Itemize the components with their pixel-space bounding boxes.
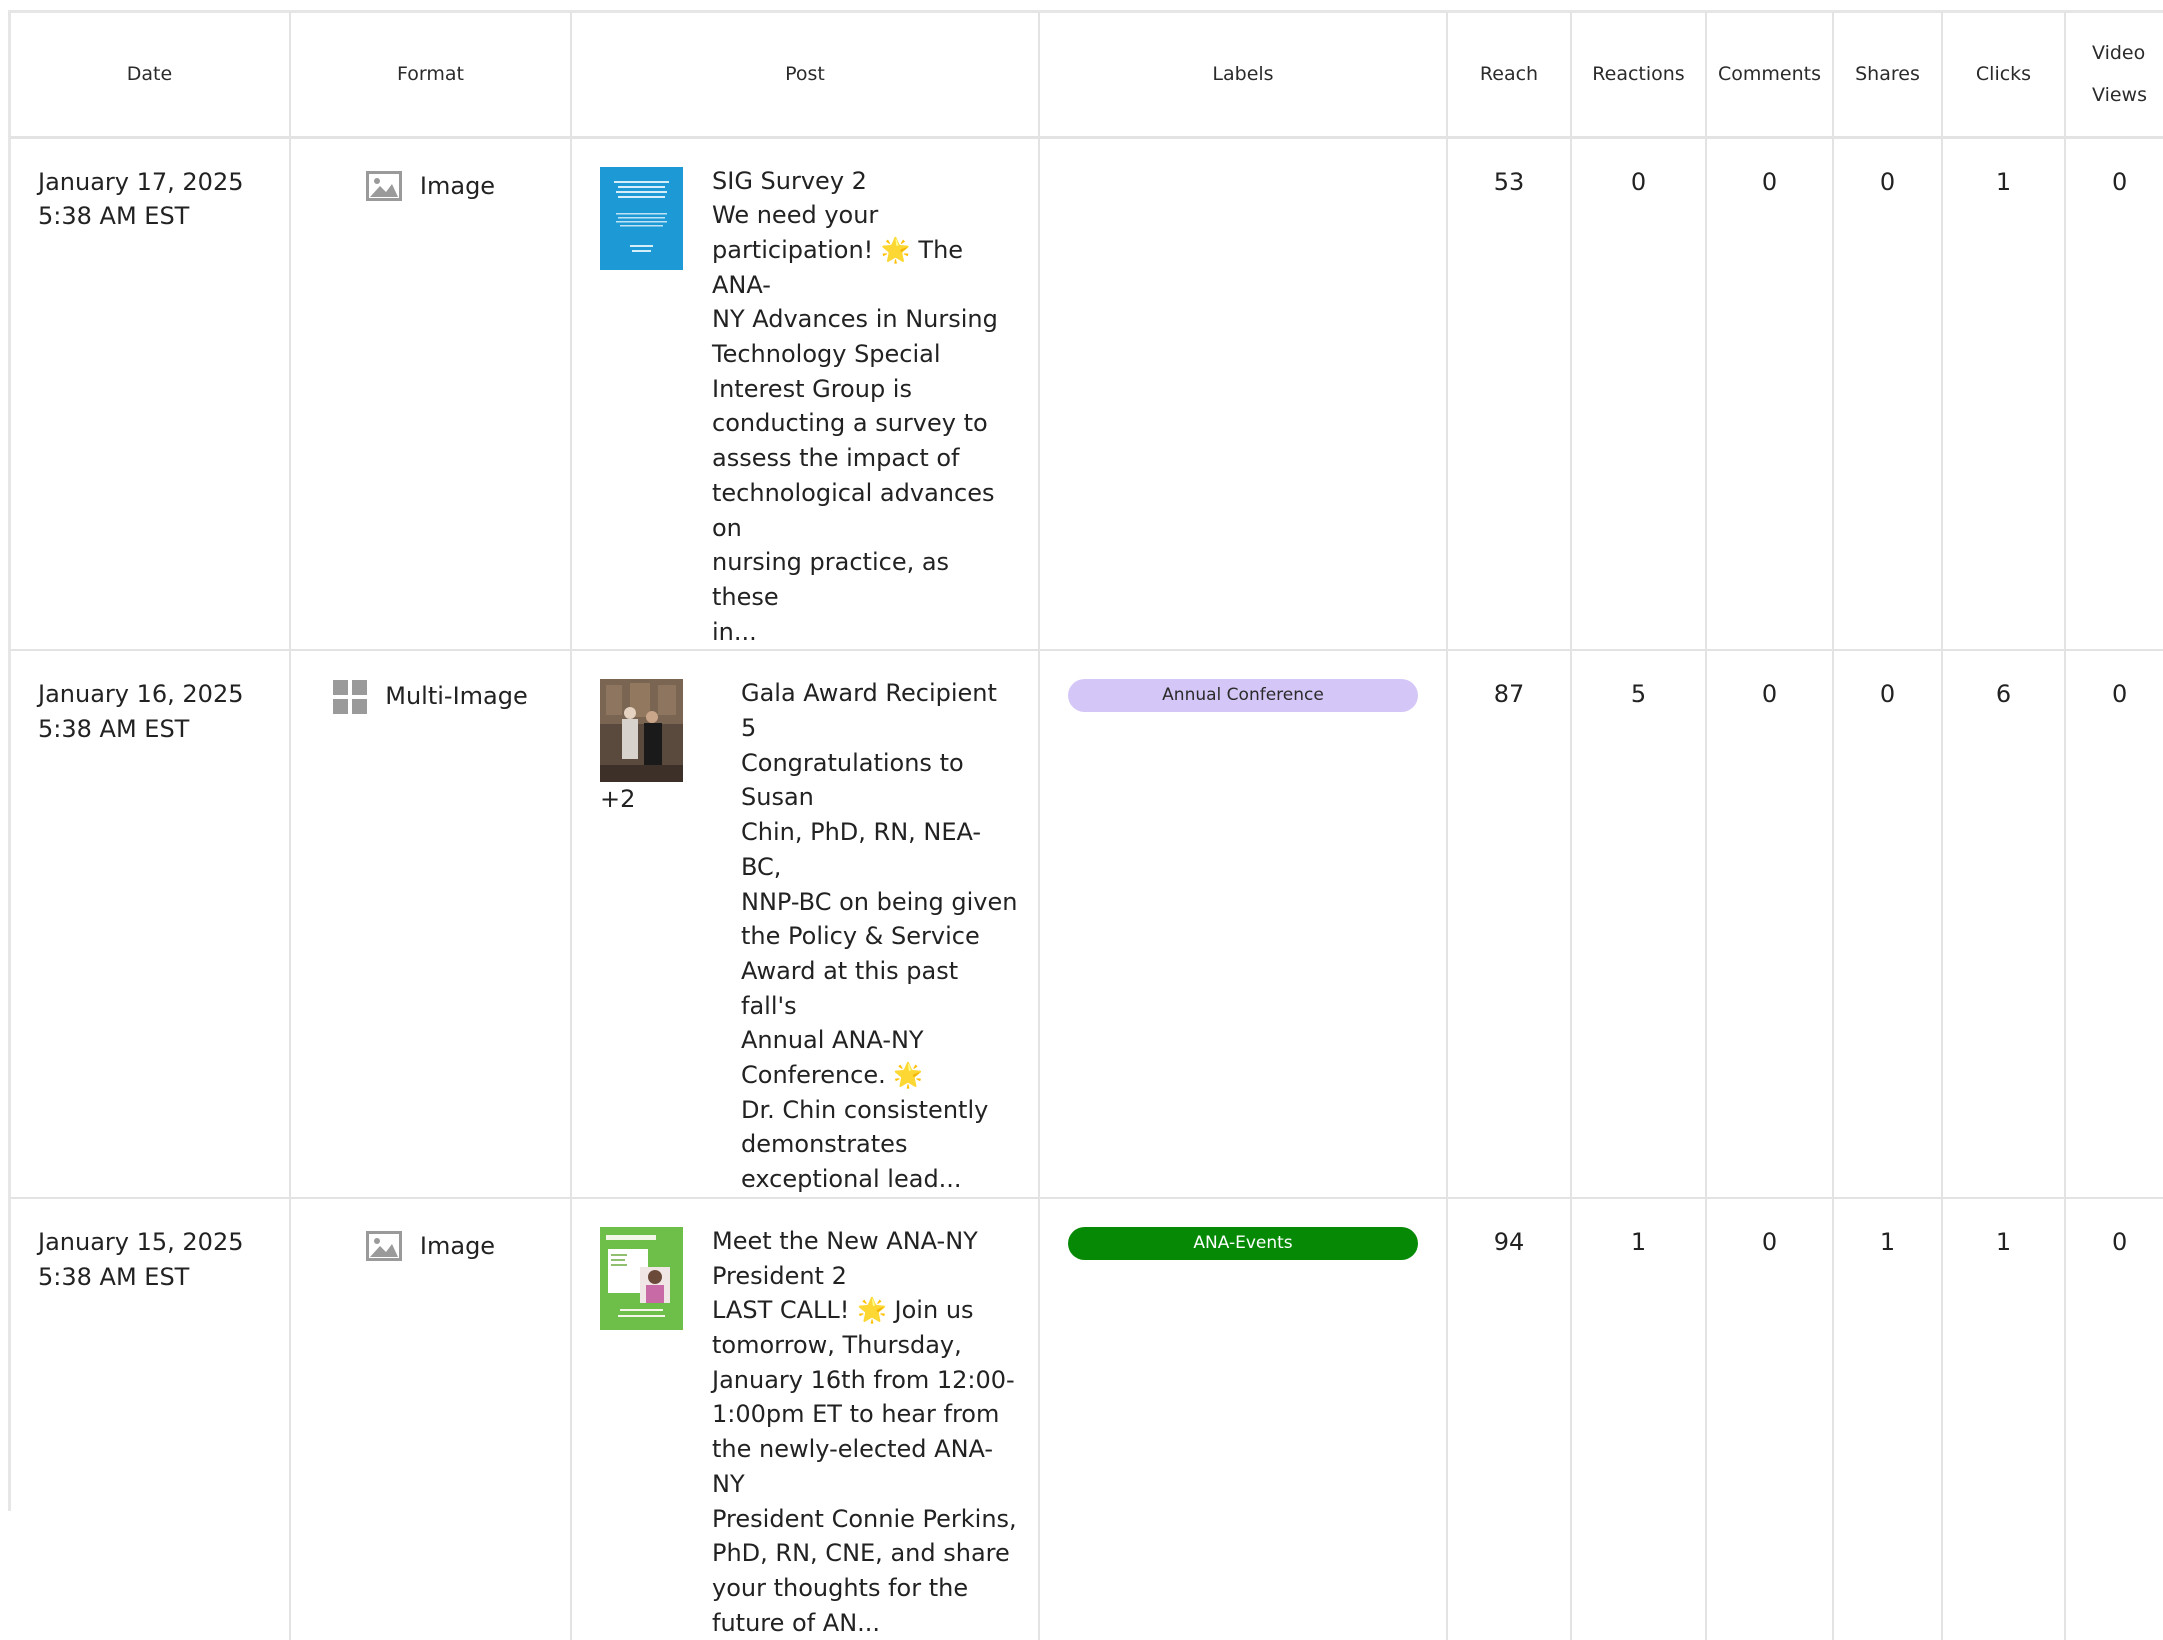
format-cell: Multi-Image <box>290 650 572 1199</box>
shares-value: 1 <box>1833 1197 1943 1640</box>
format-cell: Image <box>290 137 572 652</box>
extra-images-count: +2 <box>600 785 636 814</box>
col-header-reactions[interactable]: Reactions <box>1571 12 1707 139</box>
format-label: Multi-Image <box>385 682 528 711</box>
video-views-value: 0 <box>2065 137 2163 652</box>
clicks-value: 1 <box>1942 137 2066 652</box>
header-row: Date Format Post Labels Reach Reactions … <box>10 12 2163 139</box>
post-thumbnail[interactable] <box>600 1226 683 1330</box>
reach-value: 94 <box>1447 1197 1572 1640</box>
grid-icon <box>333 679 368 714</box>
format-label: Image <box>419 1231 496 1260</box>
post-text: Meet the New ANA-NY President 2 LAST CAL… <box>712 1226 1017 1637</box>
col-header-post[interactable]: Post <box>571 12 1040 139</box>
video-views-value: 0 <box>2065 650 2163 1199</box>
post-date: January 16, 2025 <box>38 680 244 709</box>
date-cell: January 15, 2025 5:38 AM EST <box>10 1197 291 1640</box>
col-header-labels[interactable]: Labels <box>1039 12 1448 139</box>
post-cell[interactable]: SIG Survey 2 We need your participation!… <box>571 137 1040 652</box>
post-time: 5:38 AM EST <box>38 715 190 744</box>
format-cell: Image <box>290 1197 572 1640</box>
post-thumbnail[interactable] <box>600 166 683 270</box>
col-header-clicks[interactable]: Clicks <box>1942 12 2066 139</box>
clicks-value: 1 <box>1942 1197 2066 1640</box>
clicks-value: 6 <box>1942 650 2066 1199</box>
col-header-comments[interactable]: Comments <box>1706 12 1834 139</box>
post-cell[interactable]: Meet the New ANA-NY President 2 LAST CAL… <box>571 1197 1040 1640</box>
table-row[interactable]: January 15, 2025 5:38 AM EST Image Meet … <box>10 1197 2163 1640</box>
post-thumbnail[interactable] <box>600 679 683 783</box>
labels-cell: ANA-Events <box>1039 1197 1448 1640</box>
col-header-reach[interactable]: Reach <box>1447 12 1572 139</box>
col-header-format[interactable]: Format <box>290 12 572 139</box>
date-cell: January 16, 2025 5:38 AM EST <box>10 650 291 1199</box>
reactions-value: 1 <box>1571 1197 1707 1640</box>
post-cell[interactable]: +2 Gala Award Recipient 5 Congratulation… <box>571 650 1040 1199</box>
post-date: January 17, 2025 <box>38 167 244 196</box>
image-icon <box>365 1231 402 1262</box>
reactions-value: 0 <box>1571 137 1707 652</box>
labels-cell <box>1039 137 1448 652</box>
video-views-value: 0 <box>2065 1197 2163 1640</box>
reactions-value: 5 <box>1571 650 1707 1199</box>
image-icon <box>365 170 402 201</box>
reach-value: 53 <box>1447 137 1572 652</box>
post-date: January 15, 2025 <box>38 1227 244 1256</box>
label-pill[interactable]: Annual Conference <box>1068 679 1418 713</box>
table-row[interactable]: January 16, 2025 5:38 AM EST Multi-Image <box>10 650 2163 1199</box>
shares-value: 0 <box>1833 650 1943 1199</box>
table-row[interactable]: January 17, 2025 5:38 AM EST Image SIG S… <box>10 137 2163 652</box>
label-pill[interactable]: ANA-Events <box>1068 1226 1418 1260</box>
comments-value: 0 <box>1706 650 1834 1199</box>
reach-value: 87 <box>1447 650 1572 1199</box>
post-time: 5:38 AM EST <box>38 202 190 231</box>
post-text: SIG Survey 2 We need your participation!… <box>712 166 998 646</box>
post-time: 5:38 AM EST <box>38 1262 190 1291</box>
post-text: Gala Award Recipient 5 Congratulations t… <box>741 679 1018 1194</box>
format-label: Image <box>419 171 496 200</box>
col-header-shares[interactable]: Shares <box>1833 12 1943 139</box>
col-header-video-views[interactable]: Video Views <box>2065 12 2163 139</box>
posts-table: Date Format Post Labels Reach Reactions … <box>10 12 2163 1640</box>
date-cell: January 17, 2025 5:38 AM EST <box>10 137 291 652</box>
col-header-date[interactable]: Date <box>10 12 291 139</box>
labels-cell: Annual Conference <box>1039 650 1448 1199</box>
shares-value: 0 <box>1833 137 1943 652</box>
comments-value: 0 <box>1706 1197 1834 1640</box>
comments-value: 0 <box>1706 137 1834 652</box>
